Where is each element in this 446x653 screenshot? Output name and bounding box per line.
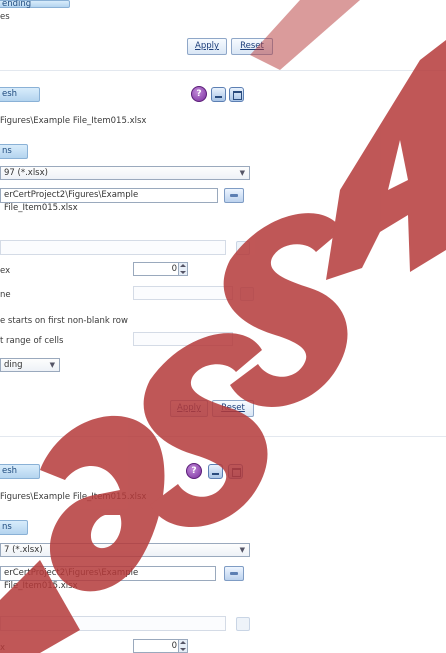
top-tab-fragment[interactable]: ending	[0, 0, 70, 8]
panel2-minimize-icon[interactable]	[208, 464, 223, 479]
panel1-range-label: t range of cells	[0, 336, 64, 346]
panel1-filetype-select[interactable]: 97 (*.xlsx) ▼	[0, 166, 250, 180]
panel2-filetype-value: 7 (*.xlsx)	[4, 545, 43, 555]
divider	[0, 436, 446, 437]
panel1-refresh-label: esh	[2, 89, 18, 99]
chevron-down-icon: ▼	[239, 546, 245, 554]
panel2-refresh-tab[interactable]: esh	[0, 464, 40, 479]
panel2-section-tab[interactable]: ns	[0, 520, 28, 535]
top-reset-button[interactable]: Reset	[231, 38, 273, 55]
panel2-help-icon[interactable]: ?	[186, 463, 202, 479]
panel2-index-value: 0	[171, 641, 177, 651]
panel1-filepath-value: erCertProject2\Figures\Example File_Item…	[4, 190, 139, 213]
panel1-maximize-icon[interactable]	[229, 87, 244, 102]
spinner-arrows-icon[interactable]	[178, 263, 187, 275]
panel1-name-list-icon	[240, 287, 254, 301]
panel2-index-label: x	[0, 643, 6, 653]
panel2-disabled-field	[0, 616, 226, 631]
panel2-index-spinner[interactable]: 0	[133, 639, 188, 653]
panel1-disabled-field	[0, 240, 226, 255]
panel1-index-value: 0	[171, 264, 177, 274]
chevron-down-icon: ▼	[239, 169, 245, 177]
panel2-refresh-label: esh	[2, 466, 18, 476]
panel2-browse-button[interactable]	[224, 566, 244, 581]
panel1-index-spinner[interactable]: 0	[133, 262, 188, 276]
top-option-label: es	[0, 12, 10, 22]
panel1-minimize-icon[interactable]	[211, 87, 226, 102]
panel1-range-field	[133, 332, 233, 346]
panel2-maximize-icon[interactable]	[228, 464, 243, 479]
chevron-down-icon: ▼	[49, 361, 55, 369]
panel1-reset-button[interactable]: Reset	[212, 400, 254, 417]
panel1-filepath-field[interactable]: erCertProject2\Figures\Example File_Item…	[0, 188, 218, 213]
panel2-path-line: Figures\Example File_Item015.xlsx	[0, 492, 147, 502]
panel1-section-tab[interactable]: ns	[0, 144, 28, 159]
panel1-apply-button[interactable]: Apply	[170, 400, 208, 417]
spinner-arrows-icon[interactable]	[178, 640, 187, 652]
panel1-dropdown-value: ding	[4, 360, 23, 370]
panel2-disabled-browse-icon	[236, 617, 250, 631]
panel1-section-label: ns	[2, 146, 12, 156]
panel1-name-label: ne	[0, 290, 11, 300]
panel1-refresh-tab[interactable]: esh	[0, 87, 40, 102]
panel1-index-label: ex	[0, 266, 11, 276]
panel1-nonblank-label: e starts on first non-blank row	[0, 316, 128, 326]
panel1-help-icon[interactable]: ?	[191, 86, 207, 102]
panel1-disabled-browse-icon	[236, 241, 250, 255]
panel2-filepath-field[interactable]: erCertProject2\Figures\Example File_Item…	[0, 566, 216, 591]
panel2-filetype-select[interactable]: 7 (*.xlsx) ▼	[0, 543, 250, 557]
panel2-filepath-value: erCertProject2\Figures\Example File_Item…	[4, 568, 139, 591]
top-tab-label: ending	[2, 0, 32, 9]
panel1-dropdown[interactable]: ding ▼	[0, 358, 60, 372]
divider	[0, 70, 446, 71]
panel1-browse-button[interactable]	[224, 188, 244, 203]
top-apply-button[interactable]: Apply	[187, 38, 227, 55]
panel2-section-label: ns	[2, 522, 12, 532]
panel1-filetype-value: 97 (*.xlsx)	[4, 168, 48, 178]
panel1-path-line: Figures\Example File_Item015.xlsx	[0, 116, 147, 126]
panel1-name-field	[133, 286, 233, 300]
